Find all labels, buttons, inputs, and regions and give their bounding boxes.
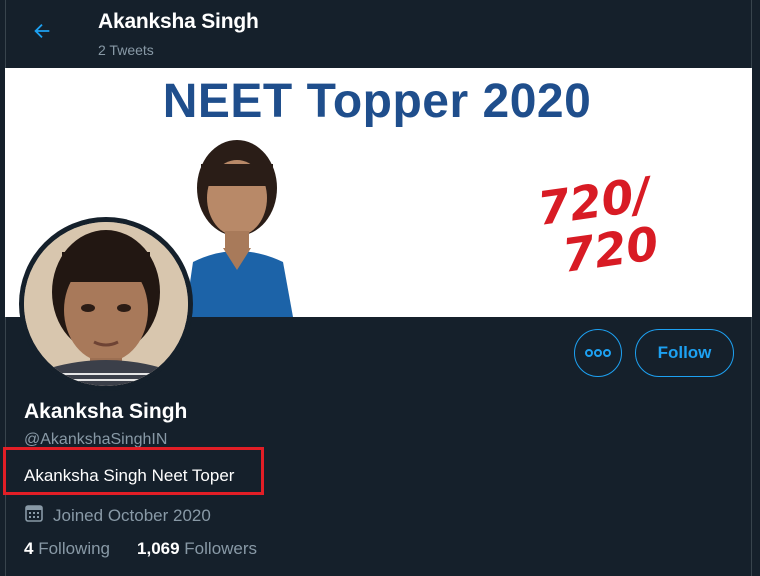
following-label: Following [38,539,111,558]
following-link[interactable]: 4 Following [24,539,110,559]
profile-bio: Akanksha Singh Neet Toper [24,466,235,485]
followers-link[interactable]: 1,069 Followers [137,539,257,559]
profile-stats: 4 Following 1,069 Followers [24,539,257,559]
followers-label: Followers [184,539,258,558]
joined-text: Joined October 2020 [53,505,211,525]
banner-headline: NEET Topper 2020 [162,75,592,128]
avatar[interactable] [19,217,193,391]
following-count: 4 [24,539,34,558]
back-arrow-icon [31,20,53,47]
more-options-button[interactable] [574,329,622,377]
joined-date: Joined October 2020 [24,503,211,528]
more-icon [585,344,611,362]
profile-name: Akanksha Singh [24,400,188,423]
header-profile-name: Akanksha Singh [98,10,259,33]
calendar-icon [24,503,44,528]
header-tweet-count: 2 Tweets [98,42,154,58]
follow-button[interactable]: Follow [635,329,734,377]
avatar-photo [24,222,188,386]
banner-score: 720/ 720 [534,167,661,284]
followers-count: 1,069 [137,539,180,558]
back-button[interactable] [24,15,60,51]
